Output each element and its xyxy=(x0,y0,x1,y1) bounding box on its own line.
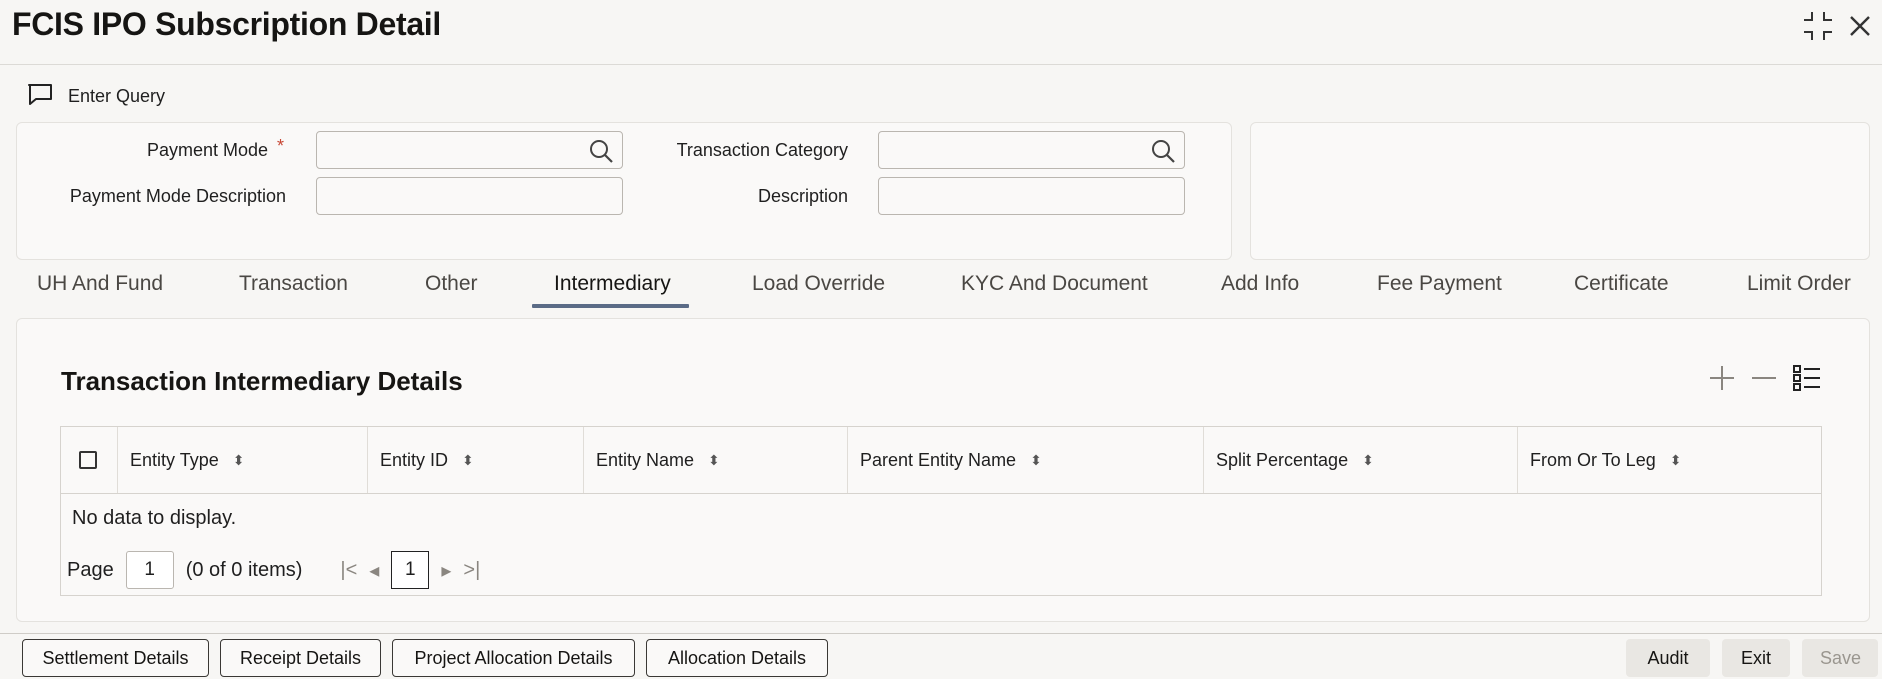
tab-other[interactable]: Other xyxy=(425,272,478,296)
tab-uh-and-fund[interactable]: UH And Fund xyxy=(37,272,163,296)
search-icon[interactable] xyxy=(1150,138,1176,169)
tab-intermediary[interactable]: Intermediary xyxy=(554,272,671,296)
footer-divider xyxy=(0,633,1882,634)
payment-mode-label: Payment Mode xyxy=(146,140,268,160)
description-label: Description xyxy=(757,186,848,206)
tab-certificate[interactable]: Certificate xyxy=(1574,272,1669,296)
list-view-icon[interactable] xyxy=(1792,364,1822,397)
comment-icon xyxy=(26,82,54,111)
side-panel xyxy=(1250,122,1870,260)
transaction-category-input[interactable] xyxy=(879,132,1184,168)
previous-page-icon[interactable]: ◂ xyxy=(369,558,379,583)
sort-icon[interactable]: ⬍ xyxy=(1362,452,1374,469)
remove-row-icon[interactable] xyxy=(1750,364,1778,397)
tab-add-info[interactable]: Add Info xyxy=(1221,272,1299,296)
intermediary-table: Entity Type ⬍ Entity ID ⬍ Entity Name ⬍ Par… xyxy=(60,426,1822,596)
required-marker: * xyxy=(277,136,285,156)
sort-icon[interactable]: ⬍ xyxy=(708,452,720,469)
description-input[interactable] xyxy=(879,178,1184,214)
tab-kyc-and-document[interactable]: KYC And Document xyxy=(961,272,1148,296)
section-title: Transaction Intermediary Details xyxy=(61,366,463,396)
collapse-icon[interactable] xyxy=(1802,10,1834,42)
save-button[interactable]: Save xyxy=(1802,639,1878,677)
window-controls xyxy=(1802,10,1872,42)
column-from-or-to-leg[interactable]: From Or To Leg ⬍ xyxy=(1517,427,1821,493)
column-parent-entity-name[interactable]: Parent Entity Name ⬍ xyxy=(847,427,1203,493)
add-row-icon[interactable] xyxy=(1708,364,1736,397)
payment-mode-description-input[interactable] xyxy=(317,178,622,214)
tab-limit-order[interactable]: Limit Order xyxy=(1747,272,1851,296)
empty-message: No data to display. xyxy=(72,507,237,529)
sort-icon[interactable]: ⬍ xyxy=(1670,452,1682,469)
close-icon[interactable] xyxy=(1848,14,1872,38)
tab-bar: UH And Fund Transaction Other Intermedia… xyxy=(0,264,1882,308)
table-header: Entity Type ⬍ Entity ID ⬍ Entity Name ⬍ Par… xyxy=(61,427,1821,494)
page-input[interactable]: 1 xyxy=(125,551,174,589)
first-page-icon[interactable]: |< xyxy=(340,559,357,582)
grid-toolbar xyxy=(1708,364,1822,397)
payment-mode-description-label: Payment Mode Description xyxy=(69,186,286,206)
exit-button[interactable]: Exit xyxy=(1722,639,1790,677)
header-divider xyxy=(0,64,1882,65)
column-entity-name[interactable]: Entity Name ⬍ xyxy=(583,427,847,493)
enter-query-label: Enter Query xyxy=(68,86,166,106)
description-field[interactable] xyxy=(878,177,1185,215)
page-label: Page xyxy=(67,558,114,581)
current-page[interactable]: 1 xyxy=(391,551,430,589)
last-page-icon[interactable]: >| xyxy=(463,559,480,582)
column-entity-type[interactable]: Entity Type ⬍ xyxy=(117,427,367,493)
sort-icon[interactable]: ⬍ xyxy=(1030,452,1042,469)
audit-button[interactable]: Audit xyxy=(1626,639,1710,677)
tab-transaction[interactable]: Transaction xyxy=(239,272,348,296)
project-allocation-details-button[interactable]: Project Allocation Details xyxy=(392,639,635,677)
active-tab-indicator xyxy=(532,304,689,308)
page-summary: (0 of 0 items) xyxy=(185,558,303,581)
allocation-details-button[interactable]: Allocation Details xyxy=(646,639,828,677)
page-title: FCIS IPO Subscription Detail xyxy=(12,6,441,42)
enter-query-button[interactable]: Enter Query xyxy=(26,82,165,111)
column-split-percentage[interactable]: Split Percentage ⬍ xyxy=(1203,427,1517,493)
payment-mode-input[interactable] xyxy=(317,132,622,168)
select-all-checkbox[interactable] xyxy=(79,451,97,469)
sort-icon[interactable]: ⬍ xyxy=(233,452,245,469)
receipt-details-button[interactable]: Receipt Details xyxy=(220,639,381,677)
tab-load-override[interactable]: Load Override xyxy=(752,272,885,296)
transaction-category-field[interactable] xyxy=(878,131,1185,169)
settlement-details-button[interactable]: Settlement Details xyxy=(22,639,209,677)
payment-mode-description-field[interactable] xyxy=(316,177,623,215)
transaction-category-label: Transaction Category xyxy=(676,140,848,160)
payment-mode-field[interactable] xyxy=(316,131,623,169)
sort-icon[interactable]: ⬍ xyxy=(462,452,474,469)
tab-fee-payment[interactable]: Fee Payment xyxy=(1377,272,1502,296)
column-entity-id[interactable]: Entity ID ⬍ xyxy=(367,427,583,493)
pagination: Page 1 (0 of 0 items) |< ◂ 1 ▸ >| xyxy=(67,551,480,589)
search-icon[interactable] xyxy=(588,138,614,169)
next-page-icon[interactable]: ▸ xyxy=(441,558,451,583)
